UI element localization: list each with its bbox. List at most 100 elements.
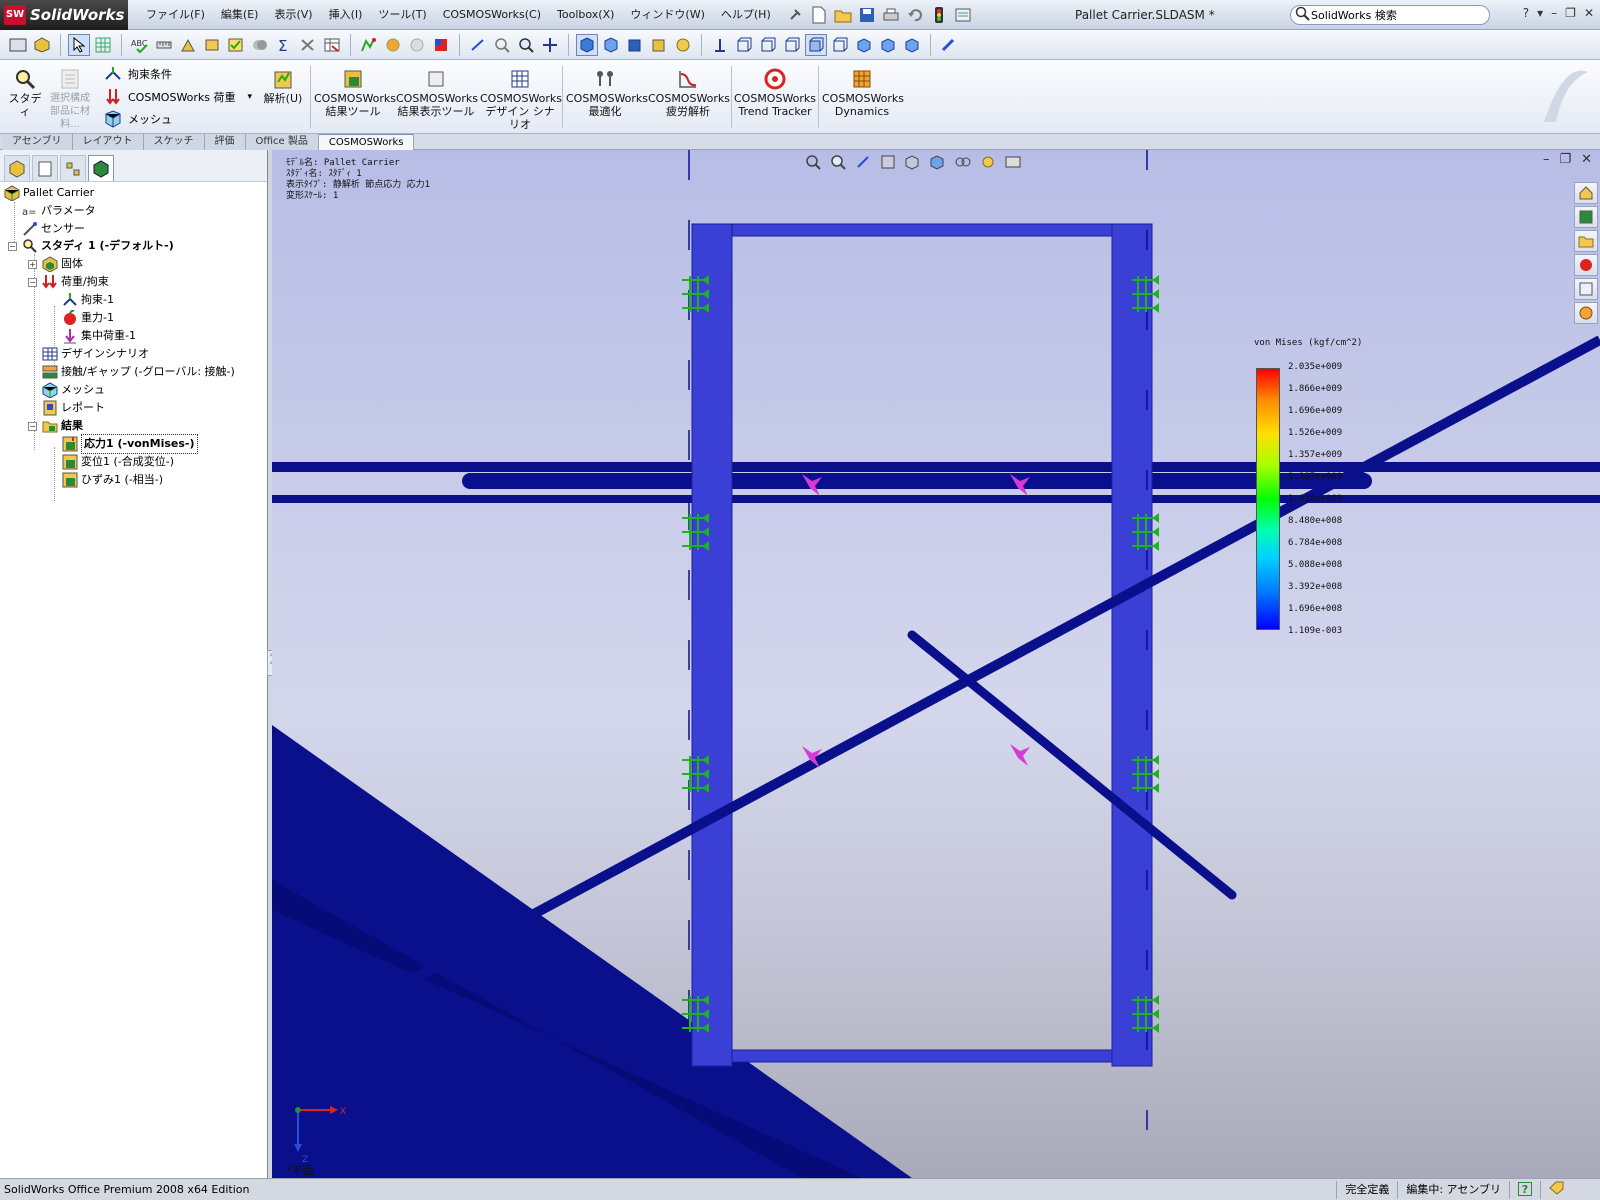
wireframe-icon[interactable]: [624, 34, 646, 56]
file-explorer-icon[interactable]: [1574, 230, 1598, 252]
help-menu-arrow[interactable]: ▾: [1537, 6, 1543, 20]
section-view-icon[interactable]: [648, 34, 670, 56]
dynamics-button[interactable]: COSMOSWorks Dynamics: [822, 68, 904, 118]
tree-item-results[interactable]: 結果: [42, 417, 83, 435]
sketch-line-icon[interactable]: [467, 34, 489, 56]
simulation-icon[interactable]: [358, 34, 380, 56]
zoom-icon[interactable]: [515, 34, 537, 56]
appearance-sphere-icon[interactable]: [672, 34, 694, 56]
menu-cosmosworks[interactable]: COSMOSWorks(C): [435, 4, 549, 26]
tab-sketch[interactable]: スケッチ: [143, 134, 205, 150]
design-scenario-button[interactable]: COSMOSWorks デザイン シナリオ: [480, 68, 562, 131]
restraint-button[interactable]: 拘束条件: [104, 64, 172, 84]
tree-item-contact[interactable]: 接触/ギャップ (-グローバル: 接触-): [42, 363, 235, 381]
tree-item-strain-1[interactable]: ひずみ1 (-相当-): [62, 471, 163, 489]
tree-item-parameters[interactable]: a= パラメータ: [22, 202, 96, 220]
property-manager-tab-icon[interactable]: [32, 155, 58, 181]
disabled-tool-icon[interactable]: [406, 34, 428, 56]
status-tags-cell[interactable]: [1540, 1180, 1600, 1199]
resources-home-icon[interactable]: [1574, 182, 1598, 204]
previous-view-icon[interactable]: [853, 152, 873, 172]
configuration-tab-icon[interactable]: [60, 155, 86, 181]
menu-toolbox[interactable]: Toolbox(X): [549, 4, 622, 26]
menu-file[interactable]: ファイル(F): [138, 4, 213, 26]
menu-tools[interactable]: ツール(T): [370, 4, 434, 26]
open-folder-icon[interactable]: [833, 5, 853, 25]
tree-item-force-1[interactable]: 集中荷重-1: [62, 327, 136, 345]
hidden-lines-icon[interactable]: [600, 34, 622, 56]
fatigue-button[interactable]: COSMOSWorks 疲労解析: [648, 68, 730, 118]
view-top-icon[interactable]: [805, 33, 827, 56]
scene-lights-icon[interactable]: [978, 152, 998, 172]
tab-layout[interactable]: レイアウト: [72, 134, 144, 150]
pin-icon[interactable]: [785, 5, 805, 25]
view-bottom-icon[interactable]: [829, 34, 851, 56]
tab-evaluate[interactable]: 評価: [204, 134, 246, 150]
tree-item-solid[interactable]: 固体: [42, 255, 83, 273]
result-tools-button[interactable]: COSMOSWorks 結果ツール: [314, 68, 396, 118]
mass-properties-icon[interactable]: [177, 34, 199, 56]
view-left-icon[interactable]: [781, 34, 803, 56]
menu-view[interactable]: 表示(V): [266, 4, 320, 26]
motion-icon[interactable]: [382, 34, 404, 56]
tree-item-gravity-1[interactable]: 重力-1: [62, 309, 114, 327]
tab-cosmosworks[interactable]: COSMOSWorks: [318, 134, 415, 150]
sum-icon[interactable]: Σ: [273, 34, 295, 56]
new-document-icon[interactable]: [809, 5, 829, 25]
collapse-results-button[interactable]: −: [28, 422, 37, 431]
result-display-button[interactable]: COSMOSWorks 結果表示ツール: [396, 68, 478, 118]
zoom-to-fit-icon[interactable]: [803, 152, 823, 172]
model-view[interactable]: [272, 150, 1600, 1178]
tree-item-root[interactable]: Pallet Carrier: [4, 184, 94, 202]
graphics-area[interactable]: ﾓﾃﾞﾙ名: Pallet Carrier ｽﾀﾃﾞｨ名: ｽﾀﾃﾞｨ 1 表示…: [272, 150, 1600, 1178]
scissors-icon[interactable]: [297, 34, 319, 56]
menu-window[interactable]: ウィンドウ(W): [622, 4, 712, 26]
spell-check-icon[interactable]: ABC: [129, 34, 151, 56]
optimize-button[interactable]: COSMOSWorks 最適化: [566, 68, 648, 118]
save-icon[interactable]: [857, 5, 877, 25]
view-dimetric-icon[interactable]: [901, 34, 923, 56]
viewport-restore-button[interactable]: ❐: [1559, 152, 1571, 167]
viewport-minimize-button[interactable]: –: [1543, 152, 1550, 167]
shaded-display-icon[interactable]: [576, 33, 598, 56]
component-icon[interactable]: [31, 34, 53, 56]
tree-item-displacement-1[interactable]: 変位1 (-合成変位-): [62, 453, 174, 471]
view-palette-icon[interactable]: [1574, 278, 1598, 300]
status-help-button[interactable]: ?: [1509, 1180, 1540, 1199]
display-style-icon[interactable]: [928, 152, 948, 172]
cosmos-tree-tab-icon[interactable]: [88, 155, 114, 181]
table-icon[interactable]: [321, 34, 343, 56]
restore-button[interactable]: ❐: [1565, 6, 1576, 20]
minimize-button[interactable]: –: [1551, 6, 1557, 20]
search-input[interactable]: [1311, 8, 1471, 22]
zoom-area-icon[interactable]: [828, 152, 848, 172]
pan-icon[interactable]: [539, 34, 561, 56]
grid-icon[interactable]: [92, 34, 114, 56]
study-button[interactable]: スタディ: [6, 68, 44, 118]
view-front-icon[interactable]: [733, 34, 755, 56]
search-box[interactable]: [1290, 5, 1490, 25]
select-arrow-icon[interactable]: [68, 33, 90, 56]
menu-help[interactable]: ヘルプ(H): [713, 4, 779, 26]
zoom-to-fit-icon[interactable]: [491, 34, 513, 56]
help-button[interactable]: ?: [1523, 6, 1529, 20]
tree-item-study[interactable]: スタディ 1 (-デフォルト-): [22, 237, 174, 255]
view-back-icon[interactable]: [757, 34, 779, 56]
tree-item-loads[interactable]: 荷重/拘束: [42, 273, 109, 291]
undo-icon[interactable]: [905, 5, 925, 25]
rebuild-traffic-light-icon[interactable]: [929, 5, 949, 25]
interference-icon[interactable]: [249, 34, 271, 56]
run-analysis-button[interactable]: 解析(U): [262, 68, 304, 105]
tab-assembly[interactable]: アセンブリ: [2, 134, 73, 150]
design-library-icon[interactable]: [1574, 206, 1598, 228]
tree-item-design-scenario[interactable]: デザインシナリオ: [42, 345, 149, 363]
feature-tree-tab-icon[interactable]: [4, 155, 30, 181]
view-settings-icon[interactable]: [1003, 152, 1023, 172]
tab-office-products[interactable]: Office 製品: [245, 134, 319, 150]
tree-item-report[interactable]: レポート: [42, 399, 105, 417]
view-trimetric-icon[interactable]: [877, 34, 899, 56]
stop-icon[interactable]: [430, 34, 452, 56]
tree-item-restraint-1[interactable]: 拘束-1: [62, 291, 114, 309]
search-results-icon[interactable]: [1574, 254, 1598, 276]
apply-material-button[interactable]: 選択構成部品に材料...: [46, 68, 94, 131]
